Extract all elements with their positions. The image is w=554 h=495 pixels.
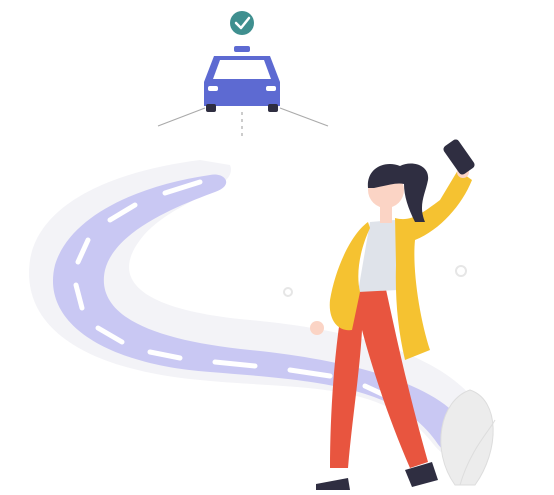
check-badge-icon bbox=[230, 11, 254, 35]
left-shoe bbox=[316, 478, 350, 490]
guide-lines bbox=[157, 107, 329, 138]
lower-hand bbox=[310, 321, 324, 335]
decor-dot bbox=[283, 287, 293, 297]
phone-icon bbox=[443, 139, 475, 175]
illustration-svg bbox=[29, 11, 496, 490]
decor-dot bbox=[455, 265, 467, 277]
taxi-icon bbox=[204, 46, 280, 112]
ride-hailing-illustration bbox=[0, 0, 554, 495]
